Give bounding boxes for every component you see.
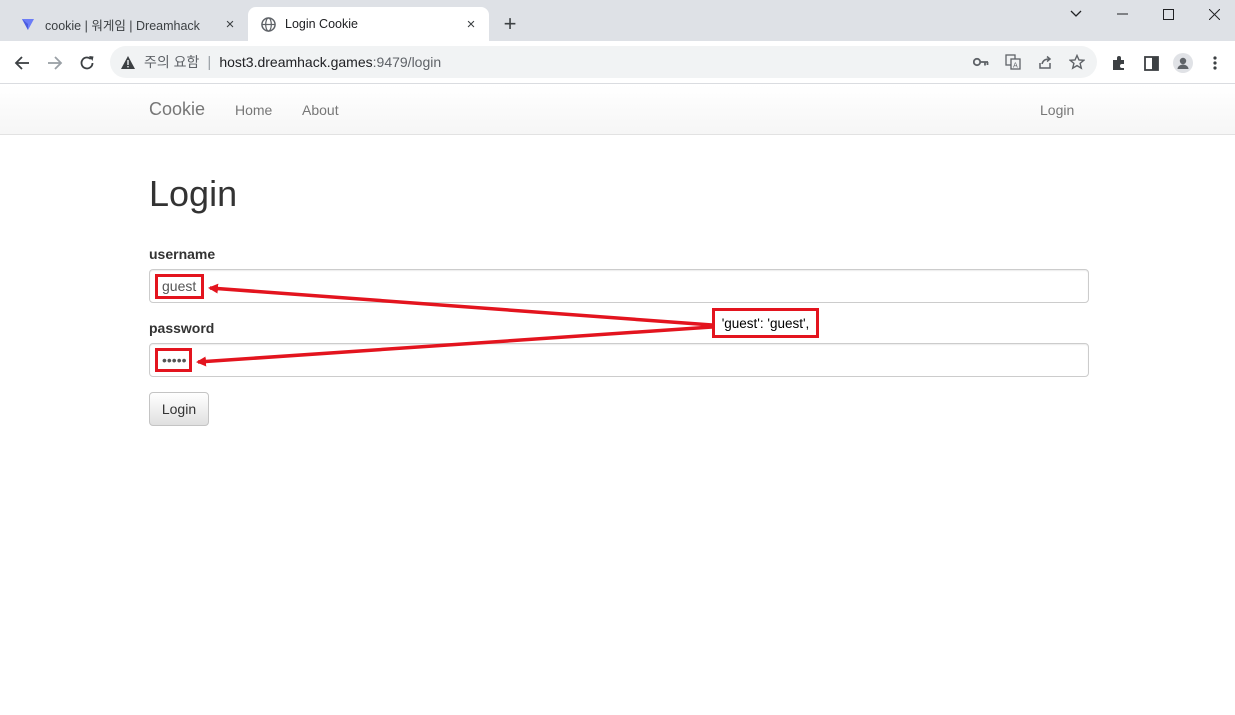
credential-annotation-label: 'guest': 'guest', [712, 308, 819, 338]
kebab-menu-icon[interactable] [1201, 49, 1229, 77]
security-status-label[interactable]: 주의 요함 [144, 52, 199, 72]
username-input[interactable] [149, 269, 1089, 303]
browser-tab-strip: cookie | 워게임 | Dreamhack × Login Cookie … [0, 0, 1235, 41]
username-label: username [149, 246, 216, 262]
password-input[interactable] [149, 343, 1089, 377]
browser-toolbar: 주의 요함 | host3.dreamhack.games :9479/logi… [0, 41, 1235, 84]
navbar-brand[interactable]: Cookie [149, 99, 205, 120]
dreamhack-logo-icon [20, 16, 36, 32]
bookmark-star-icon[interactable] [1063, 50, 1091, 74]
password-label: password [149, 320, 215, 336]
forward-arrow-icon[interactable] [41, 49, 69, 77]
close-tab-icon[interactable]: × [220, 14, 240, 34]
warning-triangle-icon[interactable] [120, 54, 136, 70]
close-tab-icon[interactable]: × [461, 14, 481, 34]
url-host[interactable]: host3.dreamhack.games [219, 54, 372, 70]
nav-link-login[interactable]: Login [1040, 102, 1074, 118]
omnibox-actions: A [967, 50, 1091, 74]
globe-icon [260, 16, 276, 32]
browser-tab-login-cookie[interactable]: Login Cookie × [248, 7, 489, 41]
tab-search-chevron-icon[interactable] [1053, 0, 1099, 28]
back-arrow-icon[interactable] [8, 49, 36, 77]
site-navbar: Cookie Home About Login [0, 85, 1235, 135]
browser-tab-dreamhack[interactable]: cookie | 워게임 | Dreamhack × [8, 7, 248, 41]
minimize-window-icon[interactable] [1099, 0, 1145, 28]
url-divider: | [207, 53, 212, 71]
profile-avatar-icon[interactable] [1169, 49, 1197, 77]
nav-link-home[interactable]: Home [235, 102, 272, 118]
svg-text:A: A [1013, 62, 1018, 70]
translate-icon[interactable]: A [999, 50, 1027, 74]
tab-title: cookie | 워게임 | Dreamhack [45, 18, 200, 33]
tab-title: Login Cookie [285, 17, 358, 31]
share-icon[interactable] [1031, 50, 1059, 74]
extensions-puzzle-icon[interactable] [1105, 49, 1133, 77]
address-bar[interactable]: 주의 요함 | host3.dreamhack.games :9479/logi… [110, 46, 1097, 78]
reload-icon[interactable] [73, 49, 101, 77]
new-tab-button[interactable]: + [498, 12, 522, 36]
nav-link-about[interactable]: About [302, 102, 339, 118]
login-submit-button[interactable]: Login [149, 392, 209, 426]
side-panel-icon[interactable] [1137, 49, 1165, 77]
maximize-window-icon[interactable] [1145, 0, 1191, 28]
page-title: Login [149, 173, 238, 214]
url-path[interactable]: :9479/login [373, 54, 442, 70]
key-icon[interactable] [967, 50, 995, 74]
close-window-icon[interactable] [1191, 0, 1235, 28]
